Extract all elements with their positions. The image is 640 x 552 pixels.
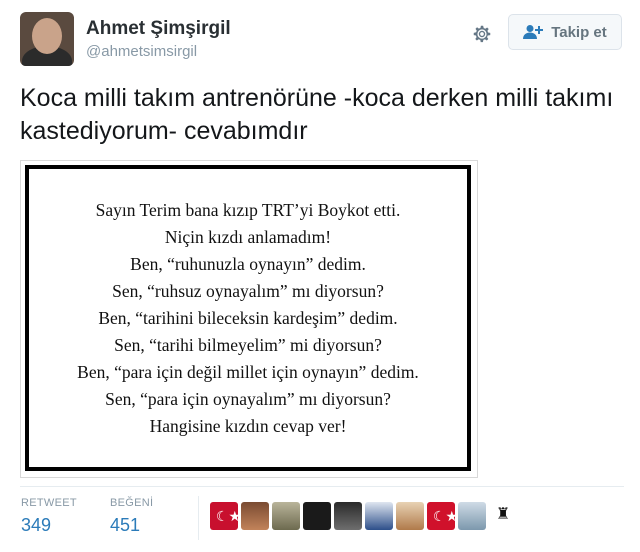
like-count: 451 — [110, 515, 141, 535]
liker-avatar-6[interactable] — [365, 502, 393, 530]
quote-line: Ben, “para için değil millet için oynayı… — [77, 361, 419, 382]
quote-line: Sen, “ruhsuz oynayalım” mı diyorsun? — [112, 280, 384, 301]
quote-line: Niçin kızdı anlamadım! — [164, 226, 332, 247]
tweet-text: Koca milli takım antrenörüne -koca derke… — [20, 84, 614, 145]
tweet-header: Ahmet Şimşirgil @ahmetsimsirgil Takip et — [20, 12, 624, 68]
liker-avatar-7[interactable] — [396, 502, 424, 530]
like-label: BEĞENİ — [110, 497, 154, 509]
likers-divider — [198, 496, 199, 540]
like-stat[interactable]: BEĞENİ 451 — [110, 497, 153, 536]
liker-avatar-3[interactable] — [272, 502, 300, 530]
quote-line: Ben, “tarihini bileceksin kardeşim” dedi… — [98, 307, 398, 328]
liker-avatar-10[interactable]: ♜ — [489, 502, 517, 530]
retweet-stat[interactable]: RETWEET 349 — [21, 497, 77, 536]
quote-line: Sen, “tarihi bilmeyelim” mi diyorsun? — [114, 334, 382, 355]
liker-avatar-2[interactable] — [241, 502, 269, 530]
liker-avatar-5[interactable] — [334, 502, 362, 530]
liker-avatar-1[interactable]: ☾★ — [210, 502, 238, 530]
retweet-label: RETWEET — [21, 497, 77, 509]
follow-user-icon — [523, 24, 544, 40]
gear-icon-svg — [473, 25, 491, 43]
author-avatar[interactable] — [20, 12, 74, 66]
quote-line: Hangisine kızdın cevap ver! — [149, 415, 347, 436]
liker-avatar-9[interactable] — [458, 502, 486, 530]
quote-line: Sayın Terim bana kızıp TRT’yi Boykot ett… — [95, 199, 401, 220]
stats-divider — [20, 486, 624, 487]
silhouette-icon: ♜ — [496, 506, 511, 523]
author-name[interactable]: Ahmet Şimşirgil — [86, 18, 231, 40]
gear-icon[interactable] — [468, 20, 496, 48]
liker-avatar-8[interactable]: ☾★ — [427, 502, 455, 530]
retweet-count: 349 — [21, 515, 52, 535]
avatar-face — [32, 18, 62, 54]
liker-avatar-4[interactable] — [303, 502, 331, 530]
tweet-image[interactable]: Sayın Terim bana kızıp TRT’yi Boykot ett… — [20, 160, 478, 478]
quote-frame: Sayın Terim bana kızıp TRT’yi Boykot ett… — [25, 165, 471, 471]
follow-button[interactable]: Takip et — [508, 14, 622, 50]
crescent-star-icon: ☾★ — [216, 508, 238, 524]
follow-button-label: Takip et — [551, 23, 607, 41]
quote-line: Ben, “ruhunuzla oynayın” dedim. — [130, 253, 366, 274]
liker-avatars: ☾★ ☾★ ♜ — [210, 502, 517, 530]
crescent-star-icon: ☾★ — [433, 508, 455, 524]
author-handle[interactable]: @ahmetsimsirgil — [86, 43, 197, 60]
quote-line: Sen, “para için oynayalım” mı diyorsun? — [105, 388, 391, 409]
